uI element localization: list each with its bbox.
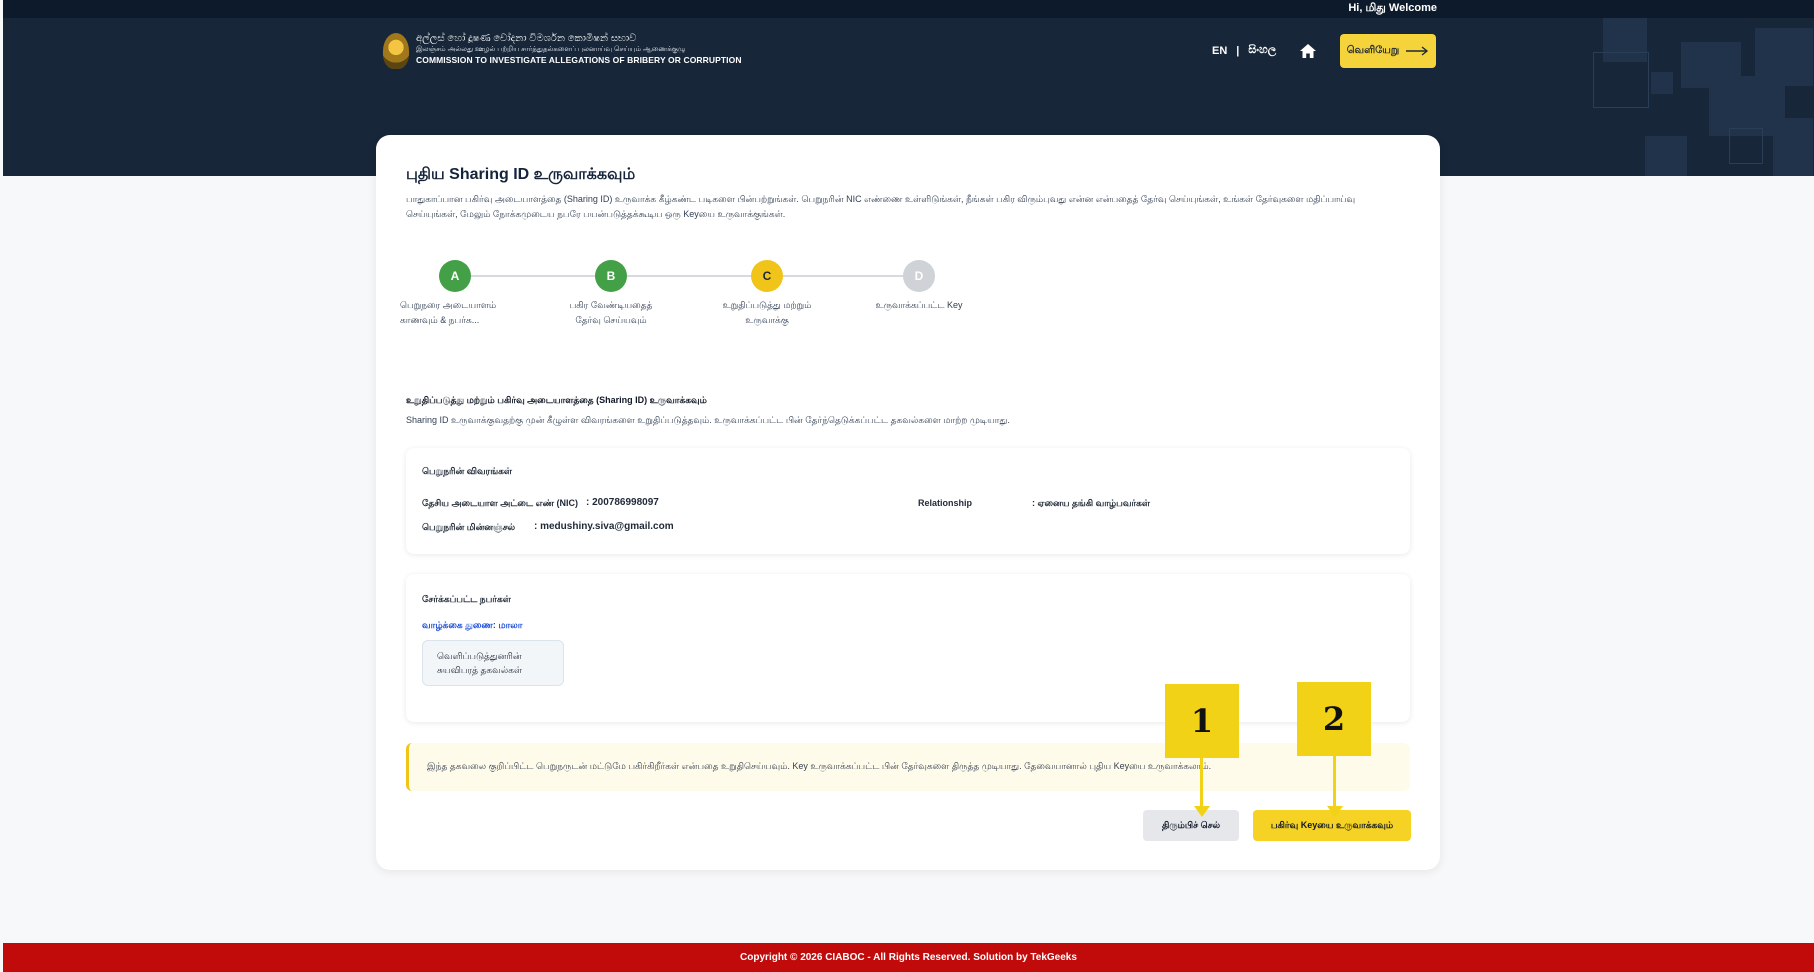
annotation-arrow-line [1333,754,1336,808]
org-name-sinhala: අල්ලස් හෝ දූෂණ චෝදනා විමර්ශන කොමිෂන් සභා… [416,33,637,44]
decor-square [1755,28,1813,86]
lang-separator: | [1236,44,1240,57]
arrow-right-icon [1406,46,1429,56]
step-connector [455,275,611,277]
footer: Copyright © 2026 CIABOC - All Rights Res… [3,943,1814,972]
lang-en-link[interactable]: EN [1212,45,1227,57]
recipient-details-card: பெறுநரின் விவரங்கள் தேசிய அடையாள அட்டை எ… [406,448,1410,554]
discloser-profile-chip: வெளிப்படுத்துனரின் சுயவிபரத் தகவல்கள் [422,640,564,686]
recipient-heading: பெறுநரின் விவரங்கள் [422,466,512,476]
step-c-label: உறுதிப்படுத்து மற்றும் உருவாக்கு [722,300,812,325]
step-b-circle[interactable]: B [595,260,627,292]
logout-label: வெளியேறு [1346,45,1400,56]
annotation-marker-1: 1 [1165,684,1239,758]
emblem-icon [383,33,409,69]
warning-notice: இந்த தகவலை குறிப்பிட்ட பெறுநருடன் மட்டும… [406,743,1410,791]
confirm-section-title: உறுதிப்படுத்து மற்றும் பகிர்வு அடையாளத்த… [406,395,707,405]
language-switcher: EN | සිංහල [1212,44,1276,57]
page-title: புதிய Sharing ID உருவாக்கவும் [406,166,636,183]
step-b-label: பகிர வேண்டியதைத் தேர்வு செய்யவும் [569,300,653,325]
brand[interactable]: අල්ලස් හෝ දූෂණ චෝදනා විමර්ශන කොමිෂන් සභා… [383,33,742,69]
org-name-tamil: இலஞ்சம் அல்லது ஊழல் பற்றிய சார்த்துதல்கள… [416,46,686,53]
decor-square [1729,128,1763,164]
back-button[interactable]: திரும்பிச் செல் [1143,810,1239,841]
decor-square [1645,136,1687,176]
decor-square [1651,72,1673,94]
step-d-label: உருவாக்கப்பட்ட Key [875,300,963,310]
org-name-english: COMMISSION TO INVESTIGATE ALLEGATIONS OF… [416,55,742,65]
relationship-value: : ஏனைய தங்கி வாழ்பவர்கள் [1032,498,1151,508]
persons-heading: சேர்க்கப்பட்ட நபர்கள் [422,594,511,604]
step-d-circle: D [903,260,935,292]
email-label: பெறுநரின் மின்னஞ்சல் [422,522,516,532]
decor-square [1593,52,1649,108]
page-intro: பாதுகாப்பான பகிர்வு அடையாளத்தை (Sharing … [406,194,1356,219]
relationship-label: Relationship [918,498,973,508]
decor-square [1773,118,1813,176]
spouse-link[interactable]: வாழ்க்கை துணை: மாலா [422,620,522,632]
email-value: : medushiny.siva@gmail.com [534,521,674,532]
welcome-text: Hi, மிது Welcome [1348,2,1437,14]
top-bar: Hi, மிது Welcome [3,0,1814,18]
step-connector [611,275,767,277]
annotation-arrow-head [1327,806,1343,817]
confirm-section-desc: Sharing ID உருவாக்குவதற்கு முன் கீழுள்ள … [406,415,1010,425]
annotation-arrow-head [1194,806,1210,817]
home-icon[interactable] [1299,43,1317,59]
logout-button[interactable]: வெளியேறு [1340,34,1436,68]
step-connector [767,275,919,277]
added-persons-card: சேர்க்கப்பட்ட நபர்கள் வாழ்க்கை துணை: மால… [406,574,1410,722]
annotation-marker-2: 2 [1297,682,1371,756]
step-a-circle[interactable]: A [439,260,471,292]
lang-si-link[interactable]: සිංහල [1248,44,1276,57]
annotation-arrow-line [1200,756,1203,808]
step-c-circle[interactable]: C [751,260,783,292]
step-a-label: பெறுநரை அடையாளம் காணவும் & நபர்க... [400,300,497,325]
nic-value: : 200786998097 [586,497,659,508]
nic-label: தேசிய அடையாள அட்டை எண் (NIC) [422,498,579,508]
